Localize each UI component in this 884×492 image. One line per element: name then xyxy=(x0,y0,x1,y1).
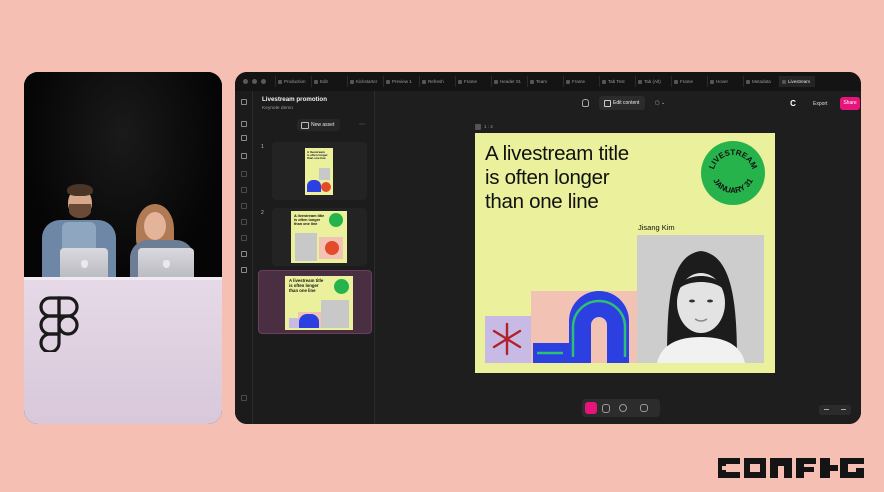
laptop-right xyxy=(138,248,194,280)
tab[interactable]: Header 01 xyxy=(491,76,527,87)
tab[interactable]: Edit xyxy=(311,76,347,87)
row-number: 1 xyxy=(261,144,264,150)
c-button[interactable]: C xyxy=(785,98,801,110)
link-icon[interactable] xyxy=(640,404,648,412)
assets-panel: Livestream promotion Keynote demo New as… xyxy=(253,91,375,424)
assets-icon[interactable] xyxy=(241,135,247,141)
canvas[interactable]: Edit content ▢ ⌄ C Export Share 1 : 4 A … xyxy=(375,91,861,424)
window-controls[interactable] xyxy=(235,79,275,84)
component-icon[interactable] xyxy=(241,251,247,257)
config-logo xyxy=(718,458,864,478)
presenter-name[interactable]: Jisang Kim xyxy=(638,223,675,232)
share-button[interactable]: Share xyxy=(840,97,860,110)
figma-menu-icon[interactable] xyxy=(241,99,247,105)
canvas-toolbar: Edit content ▢ ⌄ C Export Share xyxy=(375,91,861,116)
asset-thumbnail-3[interactable]: A livestream title is often longer than on… xyxy=(258,270,372,334)
zoom-in-icon[interactable] xyxy=(841,409,846,410)
apple-icon xyxy=(81,260,88,268)
laptop-left xyxy=(60,248,108,280)
tab-bar: Production Edit Kickstarter Preview 1 Re… xyxy=(235,72,861,91)
portrait-image xyxy=(637,235,764,363)
text-icon[interactable] xyxy=(241,171,247,177)
row-number: 2 xyxy=(261,210,264,216)
file-subtitle: Keynote demo xyxy=(262,106,293,111)
svg-text:LIVESTREAM: LIVESTREAM xyxy=(707,148,759,171)
presenter-photo[interactable] xyxy=(637,235,764,363)
asset-thumbnail-1[interactable]: A livestream is often longer than one line xyxy=(272,142,367,200)
presenter-video xyxy=(24,72,222,424)
comment-icon[interactable] xyxy=(619,404,627,412)
tab[interactable]: Metadata xyxy=(743,76,779,87)
slide-title[interactable]: A livestream title is often longer than … xyxy=(485,142,629,214)
apple-icon xyxy=(163,260,170,268)
tab[interactable]: Frame xyxy=(455,76,491,87)
star-icon xyxy=(492,322,522,356)
arch-shape xyxy=(533,291,629,363)
hand-icon[interactable] xyxy=(602,404,610,413)
image-icon[interactable] xyxy=(241,219,247,225)
tab[interactable]: Preview 1 xyxy=(383,76,419,87)
tab[interactable]: Refresh xyxy=(419,76,455,87)
tab[interactable]: Tab (Alt) xyxy=(635,76,671,87)
left-toolbar xyxy=(235,91,253,424)
new-asset-button[interactable]: New asset xyxy=(297,119,341,131)
pages-icon[interactable] xyxy=(241,121,247,127)
zoom-control[interactable] xyxy=(819,405,851,415)
plugin-icon[interactable] xyxy=(241,235,247,241)
hand-icon[interactable] xyxy=(582,99,589,107)
frames-icon[interactable] xyxy=(241,153,247,159)
export-button[interactable]: Export xyxy=(809,98,831,110)
file-title[interactable]: Livestream promotion xyxy=(262,96,327,103)
tab[interactable]: Kickstarter xyxy=(347,76,383,87)
tab-active[interactable]: Livestream xyxy=(779,76,815,87)
tab[interactable]: Frame xyxy=(671,76,707,87)
tab[interactable]: Production xyxy=(275,76,311,87)
tab[interactable]: Tab Test xyxy=(599,76,635,87)
slide-frame[interactable]: A livestream title is often longer than … xyxy=(475,133,775,373)
undo-icon[interactable] xyxy=(241,395,247,401)
livestream-badge: LIVESTREAM JANUARY 31 xyxy=(701,141,765,205)
badge-text-ring: LIVESTREAM JANUARY 31 xyxy=(707,148,759,195)
frame-options-dropdown[interactable]: ▢ ⌄ xyxy=(648,96,672,110)
frame-label[interactable]: 1 : 4 xyxy=(475,124,493,130)
pen-icon[interactable] xyxy=(241,203,247,209)
tab[interactable]: Team xyxy=(527,76,563,87)
shape-icon[interactable] xyxy=(241,187,247,193)
svg-text:JANUARY 31: JANUARY 31 xyxy=(711,176,755,195)
tab[interactable]: Hover xyxy=(707,76,743,87)
more-options-icon[interactable]: ⋯ xyxy=(359,121,365,128)
badge-bottom-text: JANUARY 31 xyxy=(711,176,755,195)
figma-window: Production Edit Kickstarter Preview 1 Re… xyxy=(235,72,861,424)
tab[interactable]: Frame xyxy=(563,76,599,87)
badge-top-text: LIVESTREAM xyxy=(707,148,759,171)
move-icon[interactable] xyxy=(585,402,597,414)
zoom-out-icon[interactable] xyxy=(824,409,829,410)
bottom-toolbar xyxy=(582,399,660,417)
dev-mode-icon[interactable] xyxy=(241,267,247,273)
asset-thumbnail-2[interactable]: A livestream title is often longer than on… xyxy=(272,208,367,266)
figma-logo xyxy=(39,296,79,352)
edit-content-button[interactable]: Edit content xyxy=(599,96,646,110)
